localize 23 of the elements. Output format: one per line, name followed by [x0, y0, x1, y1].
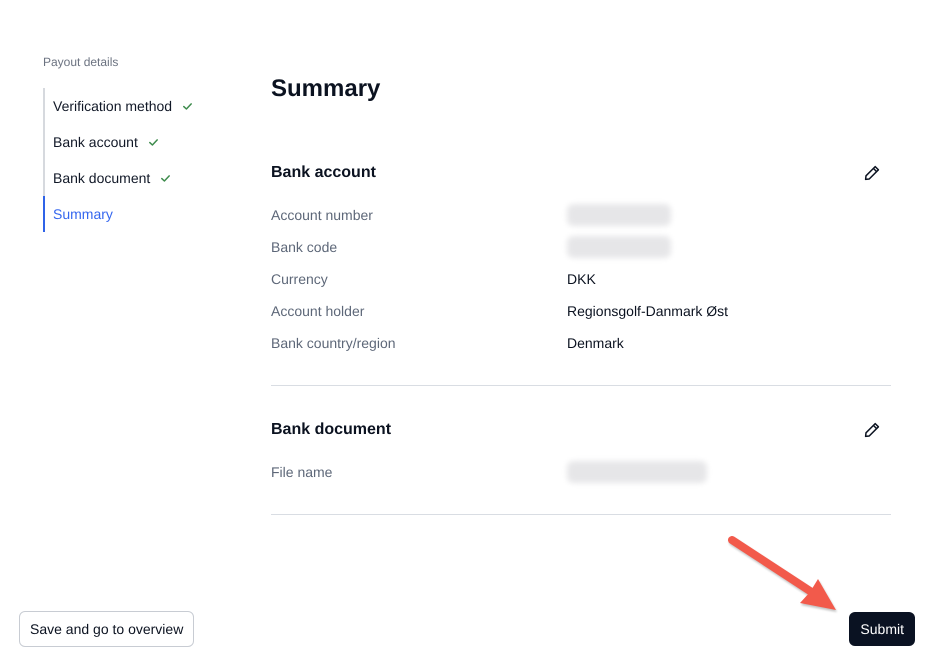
sidebar-title: Payout details	[43, 54, 118, 70]
field-value: Regionsgolf-Danmark Øst	[567, 303, 728, 319]
nav-item[interactable]: Bank document	[43, 160, 174, 196]
submit-button[interactable]: Submit	[849, 612, 915, 646]
section-title: Bank account	[271, 163, 376, 183]
field-label: Currency	[271, 271, 328, 287]
field-value: Denmark	[567, 335, 624, 351]
field-label: Bank country/region	[271, 335, 396, 351]
save-button[interactable]: Save and go to overview	[19, 611, 194, 647]
field-label: Account holder	[271, 303, 364, 319]
nav-item[interactable]: Bank account	[43, 124, 162, 160]
nav-item[interactable]: Verification method	[43, 88, 196, 124]
edit-button[interactable]	[864, 165, 880, 181]
pencil-icon	[864, 165, 880, 181]
field-value: DKK	[567, 271, 596, 287]
page-title: Summary	[271, 74, 380, 104]
pencil-icon	[864, 422, 880, 438]
field-label: Bank code	[271, 239, 338, 255]
section-title: Bank document	[271, 420, 392, 440]
nav-item[interactable]: Summary	[43, 196, 117, 232]
field-label: Account number	[271, 207, 373, 223]
field-label: File name	[271, 464, 332, 480]
edit-button[interactable]	[864, 422, 880, 438]
